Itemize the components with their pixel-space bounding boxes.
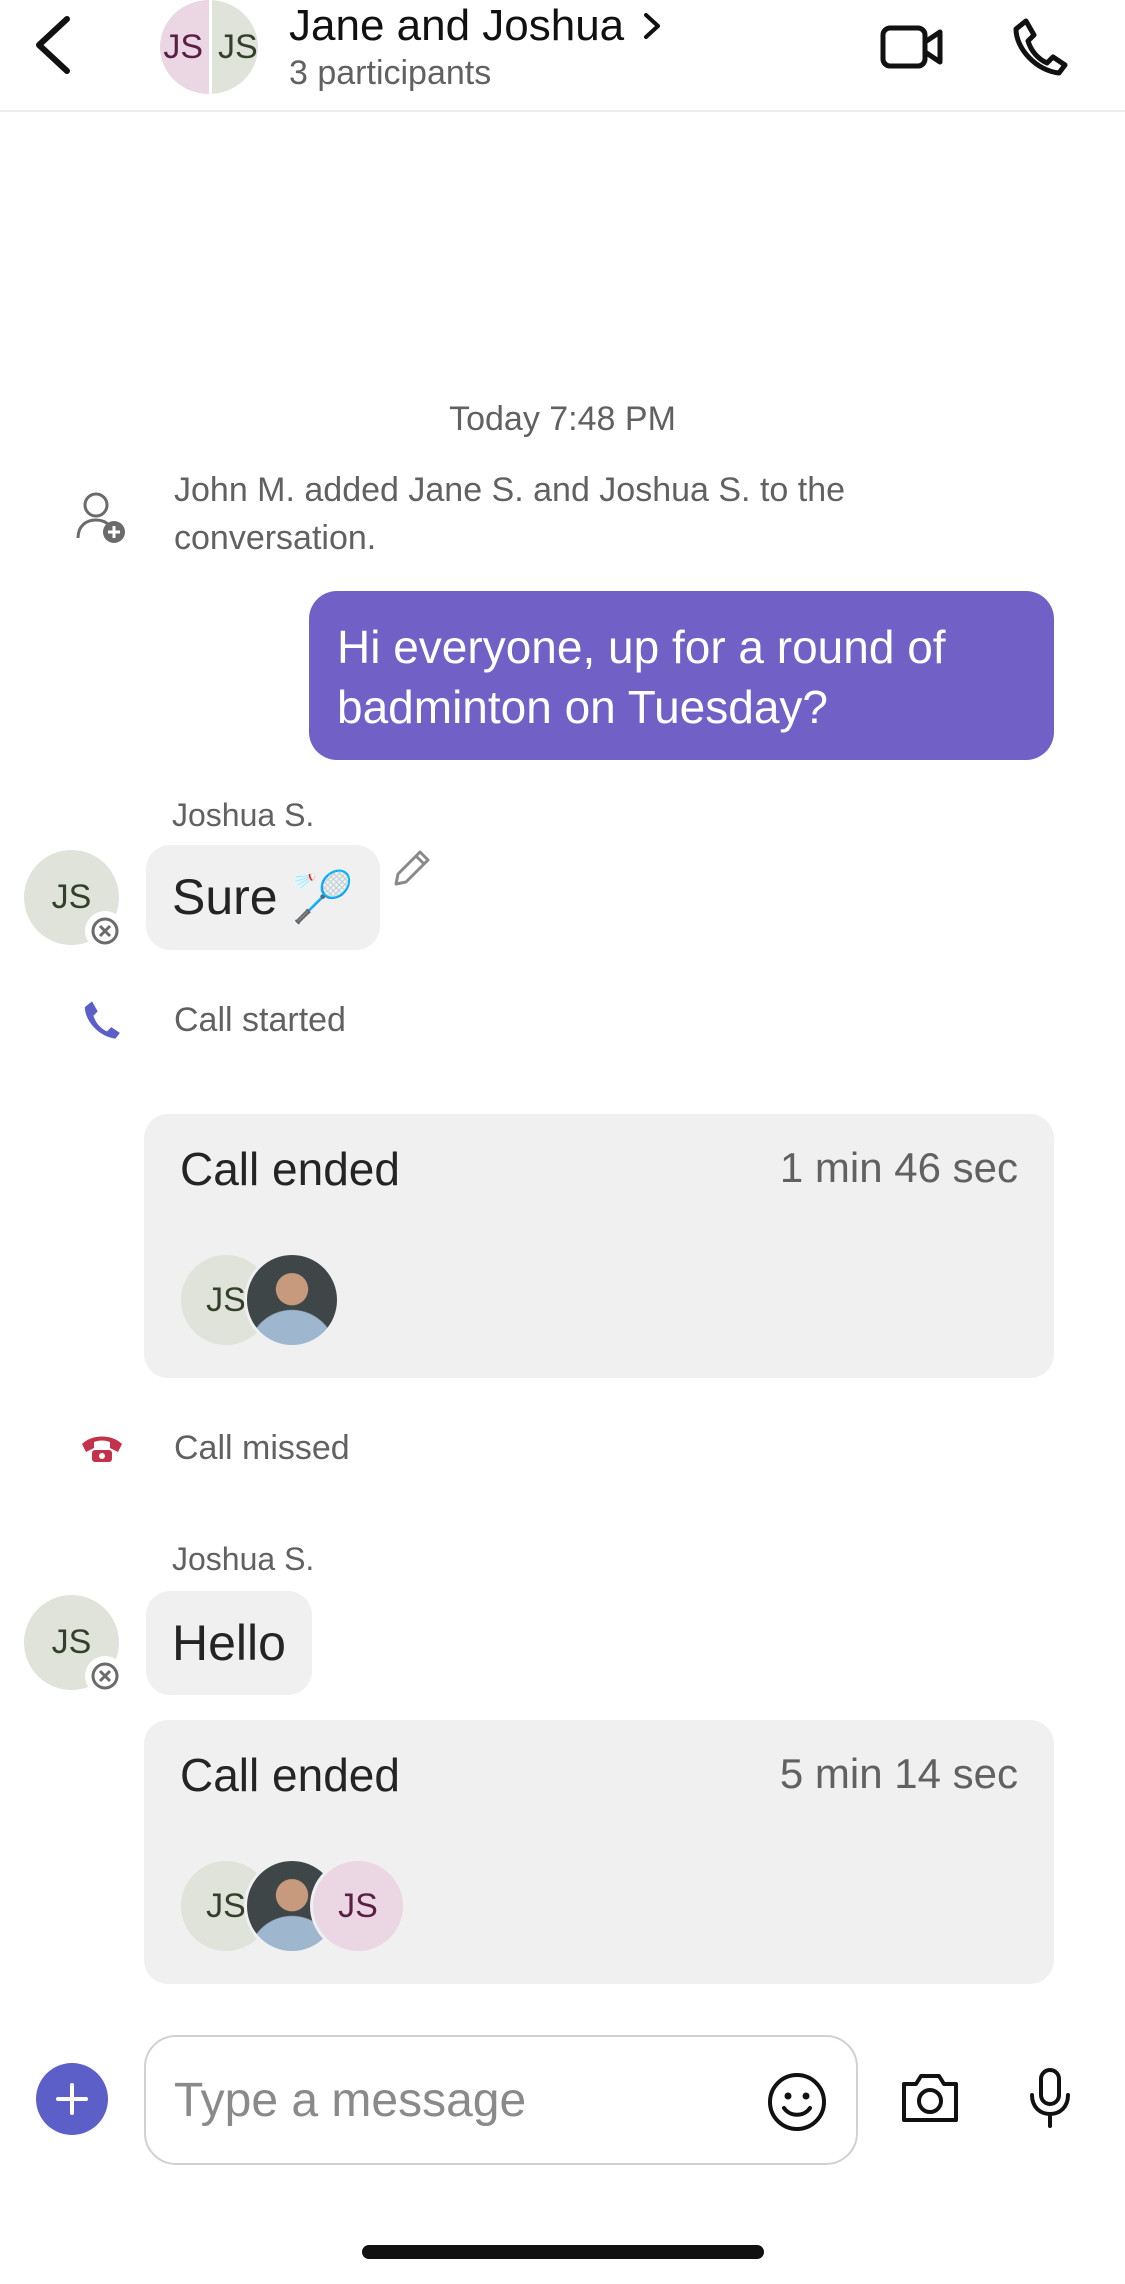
group-avatar[interactable]: JS JS	[160, 0, 258, 94]
chevron-right-icon	[644, 13, 661, 39]
call-ended-title: Call ended	[180, 1749, 400, 1801]
home-indicator[interactable]	[362, 2245, 764, 2259]
back-button[interactable]	[18, 10, 88, 80]
add-attachment-button[interactable]	[36, 2063, 108, 2135]
audio-call-button[interactable]	[1000, 12, 1080, 82]
call-ended-card[interactable]: Call ended 5 min 14 sec JS JS	[144, 1720, 1054, 1984]
emoji-icon	[768, 2073, 826, 2131]
offline-badge-icon	[85, 1656, 125, 1696]
microphone-icon	[1030, 2068, 1070, 2128]
added-notice-text: John M. added Jane S. and Joshua S. to t…	[174, 471, 846, 557]
my-message-bubble[interactable]: Hi everyone, up for a round of badminton…	[309, 591, 1054, 760]
pencil-icon	[394, 850, 430, 886]
call-duration: 1 min 46 sec	[779, 1144, 1018, 1191]
phone-icon	[70, 988, 134, 1052]
call-ended-card[interactable]: Call ended 1 min 46 sec JS	[144, 1114, 1054, 1378]
message-composer[interactable]	[144, 2035, 858, 2165]
plus-icon	[56, 2083, 88, 2115]
missed-call-icon	[70, 1416, 134, 1480]
chat-title[interactable]: Jane and Joshua	[289, 0, 662, 52]
edited-indicator	[388, 846, 438, 896]
person-add-icon	[70, 486, 134, 550]
received-message-bubble[interactable]: Sure 🏸	[146, 845, 380, 950]
avatar-initials: JS	[51, 878, 92, 916]
sender-avatar[interactable]: JS	[24, 850, 125, 951]
message-input[interactable]	[174, 2037, 734, 2163]
sender-avatar[interactable]: JS	[24, 1595, 125, 1696]
avatar-joshua: JS	[209, 0, 258, 94]
participant-avatar: JS	[310, 1858, 406, 1954]
participants-count: 3 participants	[289, 54, 492, 92]
video-call-button[interactable]	[872, 12, 952, 82]
sender-name: Joshua S.	[172, 797, 315, 833]
avatar-jane: JS	[160, 0, 209, 94]
chat-title-text: Jane and Joshua	[289, 1, 625, 50]
timeline-timestamp: Today 7:48 PM	[449, 400, 676, 438]
call-duration: 5 min 14 sec	[779, 1750, 1018, 1797]
avatar-initials: JS	[51, 1623, 92, 1661]
received-message-bubble[interactable]: Hello	[146, 1591, 312, 1695]
microphone-button[interactable]	[1015, 2063, 1085, 2133]
chat-title-block[interactable]: Jane and Joshua 3 participants	[289, 0, 662, 93]
video-camera-icon	[880, 25, 943, 69]
call-missed-text: Call missed	[174, 1429, 350, 1467]
camera-button[interactable]	[895, 2063, 965, 2133]
emoji-button[interactable]	[762, 2067, 832, 2137]
chevron-left-icon	[36, 16, 70, 74]
chat-header: JS JS Jane and Joshua 3 participants	[0, 0, 1125, 112]
call-started-text: Call started	[174, 1001, 346, 1039]
call-ended-title: Call ended	[180, 1143, 400, 1195]
offline-badge-icon	[85, 911, 125, 951]
phone-icon	[1013, 18, 1068, 76]
camera-icon	[902, 2074, 958, 2122]
sender-name: Joshua S.	[172, 1541, 315, 1577]
participant-photo-avatar	[244, 1252, 340, 1348]
